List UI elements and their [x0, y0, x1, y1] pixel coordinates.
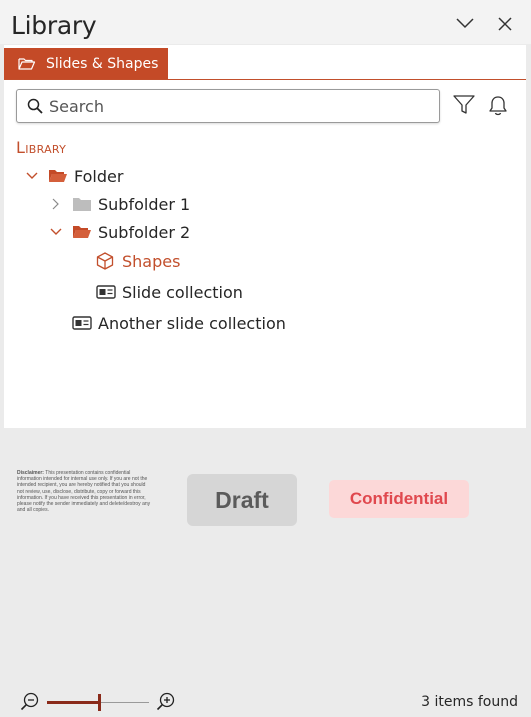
chevron-right-icon[interactable] [48, 198, 64, 210]
tree-item-label: Another slide collection [98, 313, 286, 333]
search-input[interactable] [49, 96, 419, 116]
chevron-down-icon[interactable] [48, 228, 64, 236]
filter-icon [453, 95, 475, 114]
zoom-out-button[interactable] [20, 692, 40, 717]
folder-icon [72, 196, 92, 212]
zoom-slider-fill [47, 701, 98, 704]
preview-area [0, 428, 531, 688]
zoom-in-icon [156, 692, 175, 711]
confidential-shape[interactable]: Confidential [329, 480, 469, 518]
tree-item-label: Subfolder 1 [98, 194, 191, 214]
chevron-down-icon[interactable] [24, 172, 40, 180]
library-panel: Slides & Shapes Library Folder Subfolder… [4, 45, 526, 428]
disclaimer-text: This presentation contains confidential … [17, 470, 151, 514]
library-heading: Library [16, 138, 67, 157]
tree-item-label: Folder [74, 166, 124, 186]
zoom-slider-thumb[interactable] [98, 694, 101, 711]
notifications-button[interactable] [488, 95, 508, 122]
folder-open-icon [48, 168, 68, 184]
zoom-slider-track [101, 702, 149, 703]
tab-strip: Slides & Shapes [4, 45, 526, 80]
tree-item-subfolder-1[interactable]: Subfolder 1 [48, 191, 190, 217]
disclaimer-title: Disclaimer: [17, 470, 44, 476]
folder-open-icon [18, 57, 36, 71]
zoom-in-button[interactable] [156, 692, 176, 717]
items-found-count: 3 items found [421, 694, 518, 710]
folder-open-icon [72, 224, 92, 240]
close-icon [498, 17, 512, 31]
tree-item-slide-collection[interactable]: Slide collection [96, 279, 243, 305]
cube-icon [96, 252, 116, 270]
tab-slides-shapes[interactable]: Slides & Shapes [4, 48, 168, 79]
filter-button[interactable] [453, 95, 475, 120]
tree-item-label: Slide collection [122, 282, 243, 302]
slide-collection-icon [72, 316, 92, 330]
tree-item-subfolder-2[interactable]: Subfolder 2 [48, 219, 190, 245]
title-bar: Library [0, 0, 531, 44]
zoom-slider[interactable] [47, 694, 149, 711]
tree-item-label: Subfolder 2 [98, 222, 191, 242]
window-title: Library [11, 11, 97, 40]
zoom-out-icon [20, 692, 39, 711]
slide-collection-icon [96, 285, 116, 299]
close-button[interactable] [497, 16, 519, 38]
chevron-down-icon [456, 18, 474, 29]
tree-item-another-slide-collection[interactable]: Another slide collection [72, 310, 286, 336]
bell-icon [489, 96, 507, 116]
collapse-button[interactable] [455, 16, 477, 38]
search-icon [27, 98, 43, 114]
draft-shape[interactable]: Draft [187, 474, 297, 526]
disclaimer-shape[interactable]: Disclaimer: This presentation contains c… [17, 470, 152, 513]
tree-item-folder[interactable]: Folder [24, 163, 123, 189]
search-box[interactable] [16, 89, 440, 123]
tree-item-label: Shapes [122, 251, 181, 271]
tab-label: Slides & Shapes [46, 55, 159, 72]
tree-item-shapes[interactable]: Shapes [96, 248, 180, 274]
